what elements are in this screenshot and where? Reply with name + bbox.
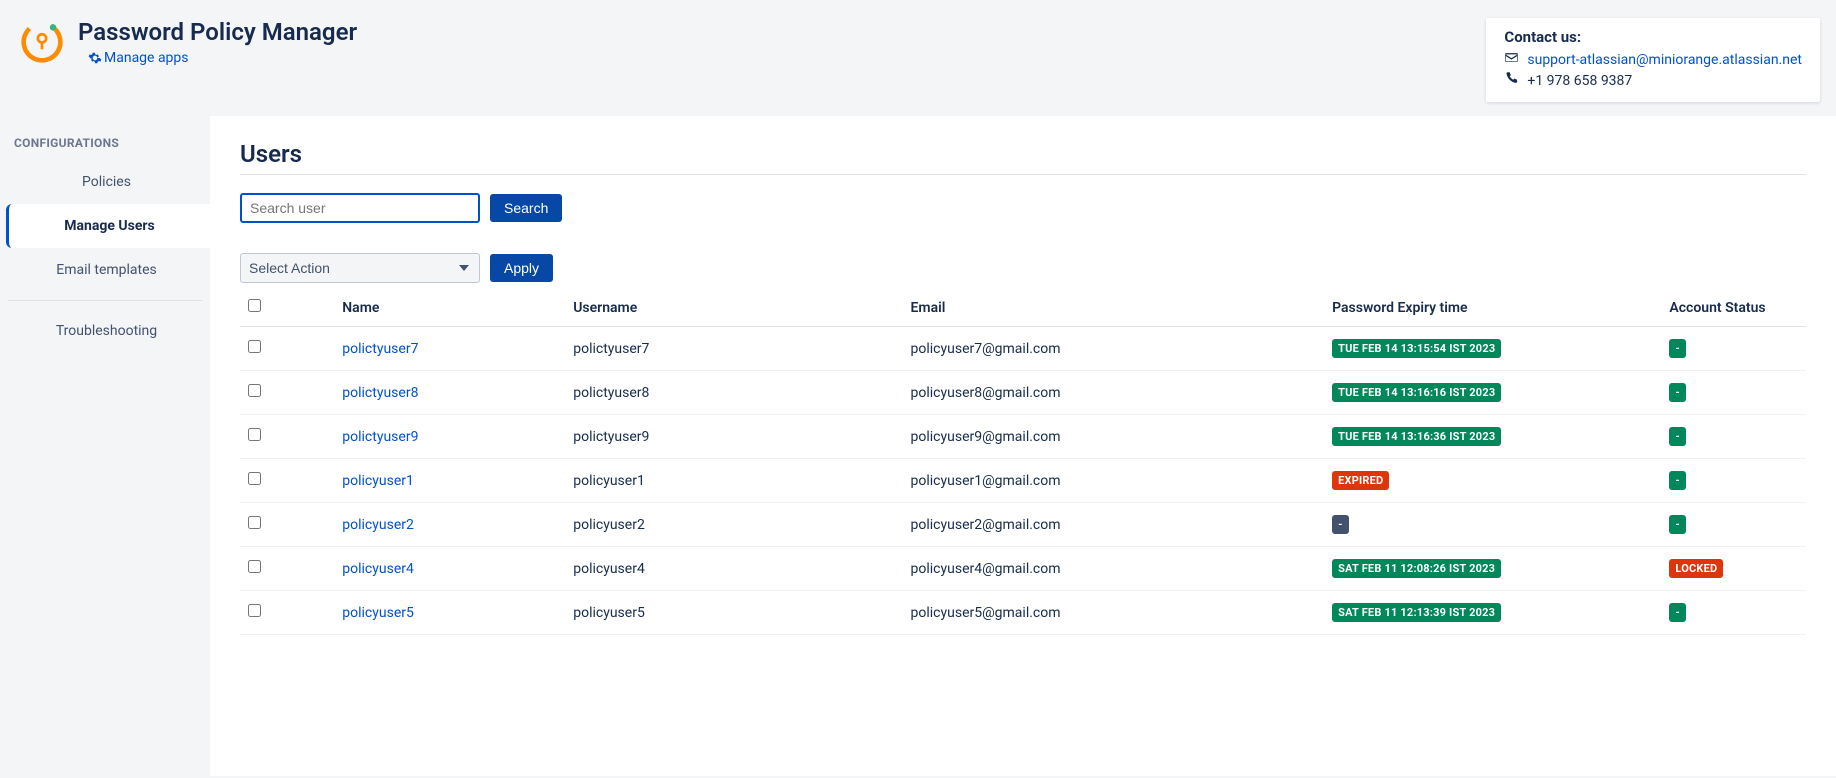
user-username: policyuser5 [565,591,902,635]
sidebar: CONFIGURATIONS PoliciesManage UsersEmail… [0,116,210,776]
user-username: policyuser2 [565,503,902,547]
sidebar-item-email-templates[interactable]: Email templates [0,248,210,292]
expiry-badge: SAT FEB 11 12:08:26 IST 2023 [1332,559,1501,578]
table-row: policyuser4policyuser4policyuser4@gmail.… [240,547,1806,591]
user-username: polictyuser8 [565,371,902,415]
user-email: policyuser5@gmail.com [903,591,1325,635]
status-cell: - [1661,371,1806,415]
expiry-badge: EXPIRED [1332,471,1389,490]
status-cell: - [1661,327,1806,371]
search-input[interactable] [240,193,480,223]
brand: Password Policy Manager Manage apps [20,18,357,66]
row-checkbox[interactable] [248,428,261,441]
sidebar-separator [8,300,202,301]
expiry-cell: TUE FEB 14 13:16:16 IST 2023 [1324,371,1661,415]
user-email: policyuser8@gmail.com [903,371,1325,415]
expiry-badge: TUE FEB 14 13:16:36 IST 2023 [1332,427,1501,446]
app-title: Password Policy Manager [78,18,357,46]
action-select[interactable]: Select Action [240,253,480,283]
status-cell: - [1661,459,1806,503]
status-cell: LOCKED [1661,547,1806,591]
sidebar-item-manage-users[interactable]: Manage Users [6,204,210,248]
user-username: polictyuser9 [565,415,902,459]
table-row: policyuser1policyuser1policyuser1@gmail.… [240,459,1806,503]
status-cell: - [1661,415,1806,459]
status-badge: - [1669,471,1686,490]
phone-icon [1504,71,1519,90]
expiry-badge: TUE FEB 14 13:16:16 IST 2023 [1332,383,1501,402]
th-username: Username [565,289,902,327]
manage-apps-label: Manage apps [104,50,189,66]
expiry-badge: - [1332,515,1349,534]
table-row: polictyuser9polictyuser9policyuser9@gmai… [240,415,1806,459]
row-checkbox[interactable] [248,560,261,573]
main-content: Users Search Select Action Apply Name Us… [210,116,1836,776]
user-email: policyuser1@gmail.com [903,459,1325,503]
row-checkbox[interactable] [248,604,261,617]
search-button[interactable]: Search [490,194,562,222]
row-checkbox[interactable] [248,384,261,397]
user-username: policyuser1 [565,459,902,503]
status-cell: - [1661,503,1806,547]
expiry-cell: TUE FEB 14 13:15:54 IST 2023 [1324,327,1661,371]
user-name-link[interactable]: policyuser2 [312,503,565,547]
user-name-link[interactable]: policyuser4 [312,547,565,591]
table-row: policyuser2policyuser2policyuser2@gmail.… [240,503,1806,547]
expiry-badge: TUE FEB 14 13:15:54 IST 2023 [1332,339,1501,358]
status-badge: - [1669,515,1686,534]
user-name-link[interactable]: policyuser1 [312,459,565,503]
app-header: Password Policy Manager Manage apps Cont… [0,0,1836,116]
th-name: Name [312,289,565,327]
user-name-link[interactable]: polictyuser7 [312,327,565,371]
status-badge: - [1669,339,1686,358]
th-email: Email [903,289,1325,327]
expiry-cell: TUE FEB 14 13:16:36 IST 2023 [1324,415,1661,459]
expiry-cell: SAT FEB 11 12:13:39 IST 2023 [1324,591,1661,635]
contact-phone: +1 978 658 9387 [1527,73,1632,89]
expiry-badge: SAT FEB 11 12:13:39 IST 2023 [1332,603,1501,622]
row-checkbox[interactable] [248,516,261,529]
expiry-cell: SAT FEB 11 12:08:26 IST 2023 [1324,547,1661,591]
users-table: Name Username Email Password Expiry time… [240,289,1806,635]
contact-card: Contact us: support-atlassian@miniorange… [1486,18,1820,102]
user-name-link[interactable]: policyuser5 [312,591,565,635]
status-badge: - [1669,383,1686,402]
user-username: policyuser4 [565,547,902,591]
table-row: polictyuser7polictyuser7policyuser7@gmai… [240,327,1806,371]
status-badge: - [1669,427,1686,446]
user-username: polictyuser7 [565,327,902,371]
user-name-link[interactable]: polictyuser8 [312,371,565,415]
sidebar-item-troubleshooting[interactable]: Troubleshooting [0,309,210,353]
select-all-checkbox[interactable] [248,299,261,312]
sidebar-section-header: CONFIGURATIONS [0,122,210,160]
brand-logo-icon [20,20,64,64]
gear-icon [88,51,102,65]
th-status: Account Status [1661,289,1806,327]
row-checkbox[interactable] [248,340,261,353]
sidebar-item-policies[interactable]: Policies [0,160,210,204]
user-email: policyuser4@gmail.com [903,547,1325,591]
th-expiry: Password Expiry time [1324,289,1661,327]
table-row: policyuser5policyuser5policyuser5@gmail.… [240,591,1806,635]
user-email: policyuser2@gmail.com [903,503,1325,547]
user-email: policyuser7@gmail.com [903,327,1325,371]
page-title: Users [240,140,1806,175]
apply-button[interactable]: Apply [490,254,553,282]
contact-email-link[interactable]: support-atlassian@miniorange.atlassian.n… [1527,52,1802,68]
expiry-cell: EXPIRED [1324,459,1661,503]
mail-icon [1504,50,1519,69]
manage-apps-link[interactable]: Manage apps [78,50,357,66]
expiry-cell: - [1324,503,1661,547]
user-email: policyuser9@gmail.com [903,415,1325,459]
user-name-link[interactable]: polictyuser9 [312,415,565,459]
table-row: polictyuser8polictyuser8policyuser8@gmai… [240,371,1806,415]
status-cell: - [1661,591,1806,635]
contact-title: Contact us: [1504,28,1802,46]
status-badge: LOCKED [1669,559,1723,578]
row-checkbox[interactable] [248,472,261,485]
status-badge: - [1669,603,1686,622]
